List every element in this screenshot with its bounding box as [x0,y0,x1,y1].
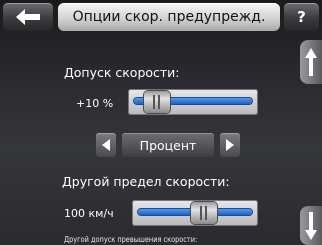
other-limit-number: 100 [64,207,85,220]
back-button[interactable] [3,3,53,31]
right-triangle-icon [226,139,234,151]
slider-thumb[interactable] [143,91,170,113]
up-arrow-icon [305,48,317,76]
speed-tolerance-label: Допуск скорости: [64,65,180,80]
other-limit-unit: км/ч [88,207,114,220]
page-title: Опции скор. предупрежд. [58,3,280,31]
speed-tolerance-slider[interactable] [128,89,258,115]
left-arrow-icon [16,9,40,25]
mode-next-button[interactable] [220,133,240,157]
speed-tolerance-unit: % [102,97,114,110]
speed-warning-options-screen: Опции скор. предупрежд. ? Допуск скорост… [0,0,322,245]
scroll-up-button[interactable] [300,40,322,84]
slider-thumb[interactable] [191,202,218,224]
mode-prev-button[interactable] [96,133,116,157]
speed-tolerance-value: +10 % [76,97,113,110]
down-arrow-icon [305,211,317,240]
footnote-text: Другой допуск превышения скорости: [64,235,198,244]
scroll-down-button[interactable] [300,206,322,245]
other-limit-value: 100 км/ч [64,207,114,220]
mode-selector-value[interactable]: Процент [122,133,214,157]
left-triangle-icon [102,139,110,151]
help-button[interactable]: ? [284,3,319,31]
other-limit-slider[interactable] [132,200,258,226]
other-limit-label: Другой предел скорости: [62,174,230,189]
speed-tolerance-number: +10 [76,97,100,110]
